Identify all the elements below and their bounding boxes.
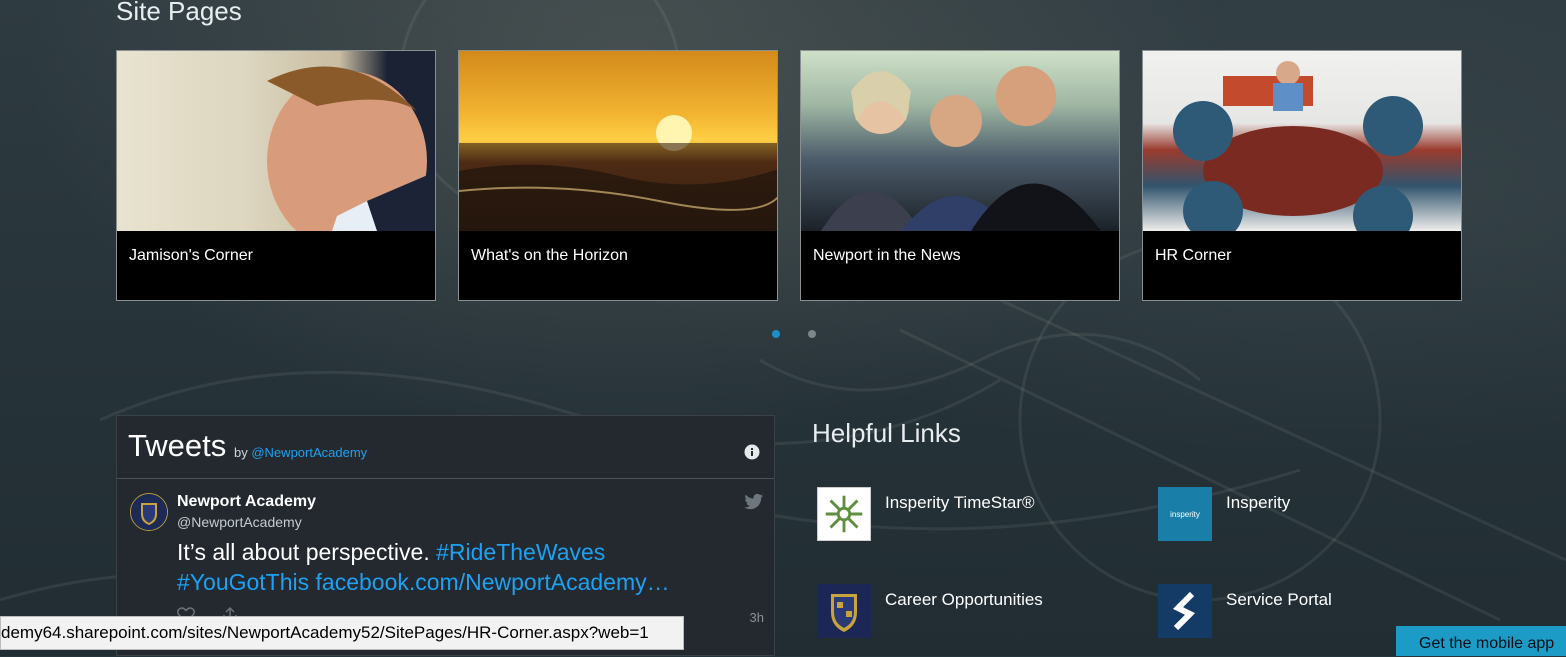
get-mobile-app-button[interactable]: Get the mobile app	[1396, 626, 1566, 656]
site-page-card-hr-corner[interactable]: HR Corner	[1142, 50, 1462, 301]
tweet-text-plain: It’s all about perspective.	[177, 539, 437, 565]
ocean-sunset-photo	[459, 51, 777, 231]
card-label: HR Corner	[1155, 247, 1232, 264]
family-smiling-photo	[801, 51, 1119, 231]
site-page-card-jamisons-corner[interactable]: Jamison's Corner	[116, 50, 436, 301]
helpful-link-insperity[interactable]: insperity Insperity	[1158, 487, 1290, 541]
helpful-links-heading: Helpful Links	[812, 418, 961, 448]
helpful-link-label: Service Portal	[1226, 590, 1332, 609]
academy-crest-logo	[817, 584, 871, 638]
helpful-link-label: Career Opportunities	[885, 590, 1043, 609]
tweets-header: Tweets by @NewportAcademy	[117, 416, 774, 479]
helpful-link-career[interactable]: Career Opportunities	[817, 584, 1043, 638]
tweet-url-link[interactable]: facebook.com/NewportAcademy…	[316, 569, 670, 595]
helpful-link-service-portal[interactable]: Service Portal	[1158, 584, 1332, 638]
hashtag-link[interactable]: #YouGotThis	[177, 569, 309, 595]
tweets-by-line: by @NewportAcademy	[234, 445, 367, 460]
twitter-bird-icon[interactable]	[744, 493, 764, 511]
avatar[interactable]	[130, 493, 168, 531]
helpful-link-timestar[interactable]: Insperity TimeStar®	[817, 487, 1035, 541]
carousel-dot-1[interactable]	[772, 330, 780, 338]
helpful-link-label: Insperity	[1226, 493, 1291, 512]
site-pages-carousel: Jamison's Corner What's on the Horizon N…	[116, 50, 1462, 301]
timestar-logo	[817, 487, 871, 541]
carousel-dot-2[interactable]	[808, 330, 816, 338]
group-meeting-photo	[1143, 51, 1461, 231]
site-pages-heading: Site Pages	[116, 0, 242, 26]
site-page-card-news[interactable]: Newport in the News	[800, 50, 1120, 301]
hashtag-link[interactable]: #RideTheWaves	[436, 539, 605, 565]
card-label: What's on the Horizon	[471, 247, 628, 264]
tweet-author-name[interactable]: Newport Academy	[177, 493, 316, 511]
service-portal-logo	[1158, 584, 1212, 638]
insperity-logo: insperity	[1158, 487, 1212, 541]
carousel-pager	[772, 330, 816, 338]
card-label: Newport in the News	[813, 247, 961, 264]
tweets-handle-link[interactable]: @NewportAcademy	[251, 445, 367, 460]
browser-status-bar: demy64.sharepoint.com/sites/NewportAcade…	[0, 616, 684, 650]
tweets-by-label: by	[234, 445, 248, 460]
man-speaking-photo	[117, 51, 435, 231]
insperity-logo-text: insperity	[1170, 509, 1200, 519]
helpful-link-label: Insperity TimeStar®	[885, 493, 1035, 512]
tweet-timestamp[interactable]: 3h	[750, 610, 764, 625]
site-page-card-horizon[interactable]: What's on the Horizon	[458, 50, 778, 301]
status-bar-url: demy64.sharepoint.com/sites/NewportAcade…	[1, 623, 649, 642]
info-icon[interactable]	[744, 444, 760, 460]
card-label: Jamison's Corner	[129, 247, 253, 264]
tweet-author-handle[interactable]: @NewportAcademy	[177, 514, 302, 530]
tweets-title: Tweets	[128, 428, 227, 463]
tweet-text: It’s all about perspective. #RideTheWave…	[177, 537, 737, 597]
